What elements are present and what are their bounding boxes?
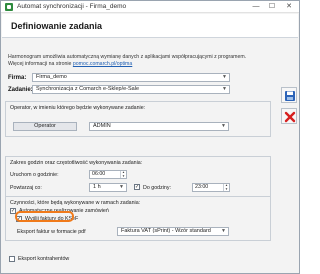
chevron-down-icon: ▼ (119, 184, 124, 190)
intro-text: Harmonogram umożliwia automatyczną wymia… (8, 54, 270, 68)
maximize-button[interactable]: ☐ (265, 2, 279, 12)
highlight-frame (15, 211, 74, 222)
intro-line-1: Harmonogram umożliwia automatyczną wymia… (8, 54, 247, 60)
operator-select-value: ADMIN (93, 123, 111, 129)
page-title: Definiowanie zadania (11, 21, 103, 31)
intro-line-2: Więcej informacji na stronie pomoc.comar… (8, 61, 270, 68)
window-title: Automat synchronizacji - Firma_demo (17, 3, 127, 10)
export-contractors-checkbox[interactable] (9, 256, 15, 262)
until-checkbox[interactable]: ✓ (134, 184, 140, 190)
repeat-label: Powtarzaj co: (10, 185, 42, 191)
export-contractors-row[interactable]: Eksport kontrahentów (9, 255, 129, 263)
header-area: Definiowanie zadania (2, 14, 298, 38)
intro-line-2-prefix: Więcej informacji na stronie (8, 61, 73, 67)
operator-button[interactable]: Operator (13, 122, 77, 131)
app-icon (5, 3, 13, 11)
export-format-value: Faktura VAT (sPrint) - Wzór standard (121, 228, 211, 234)
main-content: Harmonogram umożliwia automatyczną wymia… (5, 39, 272, 272)
actions-group-title: Czynności, które będą wykonywane w ramac… (10, 200, 141, 206)
cancel-icon (284, 111, 296, 123)
help-link[interactable]: pomoc.comarch.pl/optima (73, 61, 132, 67)
operator-group: Operator, w imieniu którego będzie wykon… (5, 101, 271, 137)
app-window: Automat synchronizacji - Firma_demo — ☐ … (0, 0, 300, 274)
firma-label: Firma: (8, 75, 27, 81)
spin-arrows-icon[interactable]: ▲ ▼ (223, 183, 229, 191)
zadanie-label: Zadanie: (8, 87, 33, 93)
save-button[interactable] (281, 87, 297, 103)
cancel-button[interactable] (281, 108, 297, 124)
start-time-value: 06:00 (92, 171, 106, 177)
zadanie-select[interactable]: Synchronizacja z Comarch e-Sklep/e-Sale … (32, 85, 230, 94)
until-label: Do godziny: (143, 185, 171, 191)
firma-select-value: Firma_demo (36, 74, 67, 80)
until-time-value: 23:00 (195, 184, 209, 190)
chevron-down-icon: ▼ (221, 123, 226, 129)
operator-group-title: Operator, w imieniu którego będzie wykon… (10, 105, 146, 111)
until-time-input[interactable]: 23:00 ▲ ▼ (192, 183, 230, 192)
repeat-select-value: 1 h (93, 184, 101, 190)
operator-select[interactable]: ADMIN ▼ (89, 122, 229, 131)
save-icon (285, 91, 295, 101)
minimize-button[interactable]: — (249, 2, 263, 12)
chevron-down-icon: ▼ (221, 228, 226, 234)
chevron-down-icon: ▼ (222, 86, 227, 92)
start-time-label: Uruchom o godzinie: (10, 172, 59, 178)
spin-arrows-icon[interactable]: ▲ ▼ (120, 170, 126, 178)
chevron-down-icon: ▼ (222, 74, 227, 80)
firma-select[interactable]: Firma_demo ▼ (32, 73, 230, 82)
close-button[interactable]: ✕ (282, 2, 296, 12)
start-time-input[interactable]: 06:00 ▲ ▼ (89, 170, 127, 179)
zadanie-select-value: Synchronizacja z Comarch e-Sklep/e-Sale (36, 86, 140, 92)
export-format-select[interactable]: Faktura VAT (sPrint) - Wzór standard ▼ (117, 227, 229, 236)
time-group-title: Zakres godzin oraz częstotliwość wykonyw… (10, 160, 143, 166)
export-format-label: Eksport faktur w formacie pdf (17, 229, 86, 235)
title-bar[interactable]: Automat synchronizacji - Firma_demo — ☐ … (1, 1, 299, 13)
export-contractors-label: Eksport kontrahentów (18, 256, 70, 262)
repeat-select[interactable]: 1 h ▼ (89, 183, 127, 192)
